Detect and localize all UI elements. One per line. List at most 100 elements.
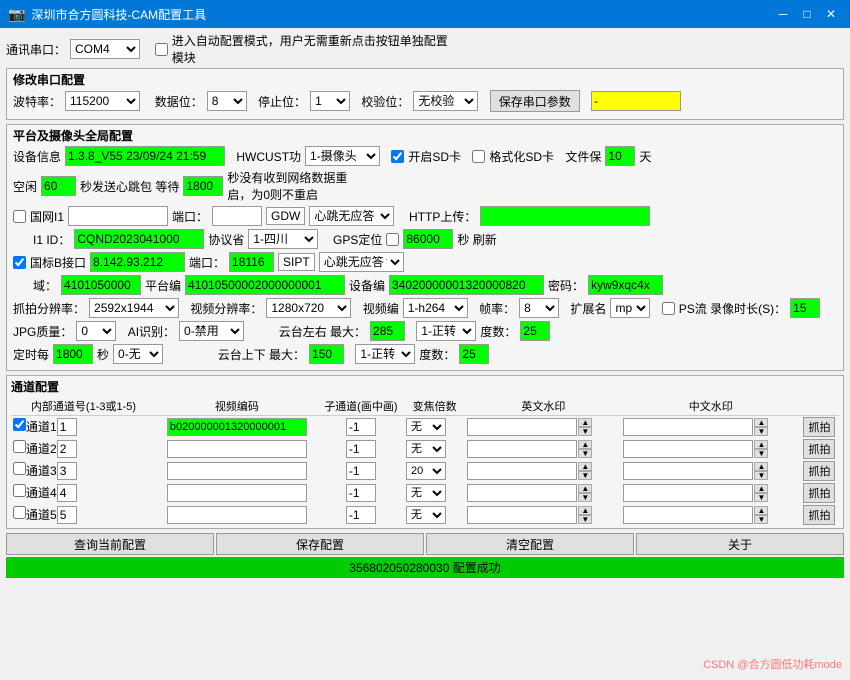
protocol-select[interactable]: 1-四川2-北京 — [248, 229, 318, 249]
gb-heart-select[interactable]: 心跳无应答▼ — [319, 252, 404, 272]
i1-id-input[interactable] — [74, 229, 204, 249]
channel-videocode-2[interactable] — [167, 462, 307, 480]
channel-checkbox-4[interactable] — [13, 506, 26, 519]
channel-checkbox-1[interactable] — [13, 440, 26, 453]
idle-input[interactable] — [41, 176, 76, 196]
stopbits-select[interactable]: 12 — [310, 91, 350, 111]
jpg-quality-select[interactable]: 0123 — [76, 321, 116, 341]
lan1-ip-input[interactable] — [68, 206, 168, 226]
device-info-input[interactable] — [65, 146, 225, 166]
channel-cn-watermark-0[interactable] — [623, 418, 753, 436]
ext-name-select[interactable]: mpts — [610, 298, 650, 318]
gps-refresh-input[interactable] — [403, 229, 453, 249]
clear-config-button[interactable]: 清空配置 — [426, 533, 634, 555]
channel-checkbox-3[interactable] — [13, 484, 26, 497]
cn-watermark-up-0[interactable]: ▲ — [754, 418, 768, 427]
maximize-button[interactable]: □ — [796, 4, 818, 24]
about-button[interactable]: 关于 — [636, 533, 844, 555]
channel-cn-watermark-2[interactable] — [623, 462, 753, 480]
cn-watermark-up-2[interactable]: ▲ — [754, 462, 768, 471]
en-watermark-up-1[interactable]: ▲ — [578, 440, 592, 449]
en-watermark-up-0[interactable]: ▲ — [578, 418, 592, 427]
en-watermark-down-0[interactable]: ▼ — [578, 427, 592, 436]
channel-num-4[interactable] — [57, 506, 77, 524]
gb-ip-input[interactable] — [90, 252, 185, 272]
channel-zoom-0[interactable]: 无102030 — [406, 418, 446, 436]
cn-watermark-up-4[interactable]: ▲ — [754, 506, 768, 515]
channel-en-watermark-1[interactable] — [467, 440, 577, 458]
en-watermark-down-1[interactable]: ▼ — [578, 449, 592, 458]
channel-num-3[interactable] — [57, 484, 77, 502]
video-res-select[interactable]: 1280x7201920x1080640x480 — [266, 298, 351, 318]
channel-en-watermark-4[interactable] — [467, 506, 577, 524]
channel-checkbox-0[interactable] — [13, 418, 26, 431]
en-watermark-down-2[interactable]: ▼ — [578, 471, 592, 480]
en-watermark-up-2[interactable]: ▲ — [578, 462, 592, 471]
auto-config-checkbox[interactable] — [155, 43, 168, 56]
parity-select[interactable]: 无校验奇校验偶校验 — [413, 91, 478, 111]
lan1-checkbox[interactable] — [13, 210, 26, 223]
save-serial-button[interactable]: 保存串口参数 — [490, 90, 580, 112]
gps-checkbox[interactable] — [386, 233, 399, 246]
capture-button-3[interactable]: 抓拍 — [803, 483, 835, 503]
ai-select[interactable]: 0-禁用1-启用 — [179, 321, 244, 341]
pan-tilt-left-input[interactable] — [370, 321, 405, 341]
cn-watermark-down-1[interactable]: ▼ — [754, 449, 768, 458]
pan-tilt-down-deg-input[interactable] — [459, 344, 489, 364]
domain-input[interactable] — [61, 275, 141, 295]
cn-watermark-down-4[interactable]: ▼ — [754, 515, 768, 524]
channel-videocode-0[interactable] — [167, 418, 307, 436]
platform-code-input[interactable] — [185, 275, 345, 295]
save-config-button[interactable]: 保存配置 — [216, 533, 424, 555]
file-keep-input[interactable] — [605, 146, 635, 166]
channel-cn-watermark-3[interactable] — [623, 484, 753, 502]
en-watermark-up-3[interactable]: ▲ — [578, 484, 592, 493]
cn-watermark-down-2[interactable]: ▼ — [754, 471, 768, 480]
en-watermark-down-4[interactable]: ▼ — [578, 515, 592, 524]
channel-cn-watermark-4[interactable] — [623, 506, 753, 524]
channel-videocode-3[interactable] — [167, 484, 307, 502]
pan-tilt-down-input[interactable] — [309, 344, 344, 364]
channel-videocode-4[interactable] — [167, 506, 307, 524]
frame-rate-select[interactable]: 8152530 — [519, 298, 559, 318]
close-button[interactable]: ✕ — [820, 4, 842, 24]
video-code-select[interactable]: 1-h2642-h265 — [403, 298, 468, 318]
cn-watermark-down-3[interactable]: ▼ — [754, 493, 768, 502]
channel-subch-2[interactable] — [346, 462, 376, 480]
channel-en-watermark-2[interactable] — [467, 462, 577, 480]
pan-tilt-down-dir-select[interactable]: 1-正转2-反转 — [355, 344, 415, 364]
channel-num-1[interactable] — [57, 440, 77, 458]
gb-port-input[interactable] — [229, 252, 274, 272]
channel-subch-4[interactable] — [346, 506, 376, 524]
capture-button-2[interactable]: 抓拍 — [803, 461, 835, 481]
wait-input[interactable] — [183, 176, 223, 196]
timer-mode-select[interactable]: 0-无1-拍照2-录像 — [113, 344, 163, 364]
channel-subch-3[interactable] — [346, 484, 376, 502]
lan1-port-input[interactable] — [212, 206, 262, 226]
cn-watermark-down-0[interactable]: ▼ — [754, 427, 768, 436]
channel-videocode-1[interactable] — [167, 440, 307, 458]
capture-button-1[interactable]: 抓拍 — [803, 439, 835, 459]
channel-num-0[interactable] — [57, 418, 77, 436]
capture-res-select[interactable]: 2592x19441920x10801280x720 — [89, 298, 179, 318]
channel-zoom-4[interactable]: 无102030 — [406, 506, 446, 524]
serial-port-select[interactable]: COM4COM1COM2COM3 — [70, 39, 140, 59]
baud-select[interactable]: 1152009600192003840057600 — [65, 91, 140, 111]
capture-button-4[interactable]: 抓拍 — [803, 505, 835, 525]
query-config-button[interactable]: 查询当前配置 — [6, 533, 214, 555]
capture-button-0[interactable]: 抓拍 — [803, 417, 835, 437]
channel-en-watermark-3[interactable] — [467, 484, 577, 502]
en-watermark-up-4[interactable]: ▲ — [578, 506, 592, 515]
pan-tilt-left-dir-select[interactable]: 1-正转2-反转 — [416, 321, 476, 341]
channel-en-watermark-0[interactable] — [467, 418, 577, 436]
channel-num-2[interactable] — [57, 462, 77, 480]
hwcust-select[interactable]: 1-摄像头2-其他 — [305, 146, 380, 166]
cn-watermark-up-3[interactable]: ▲ — [754, 484, 768, 493]
minimize-button[interactable]: ─ — [772, 4, 794, 24]
channel-zoom-3[interactable]: 无102030 — [406, 484, 446, 502]
record-len-input[interactable] — [790, 298, 820, 318]
format-sd-checkbox[interactable] — [472, 150, 485, 163]
en-watermark-down-3[interactable]: ▼ — [578, 493, 592, 502]
channel-zoom-1[interactable]: 无102030 — [406, 440, 446, 458]
device-code-input[interactable] — [389, 275, 544, 295]
